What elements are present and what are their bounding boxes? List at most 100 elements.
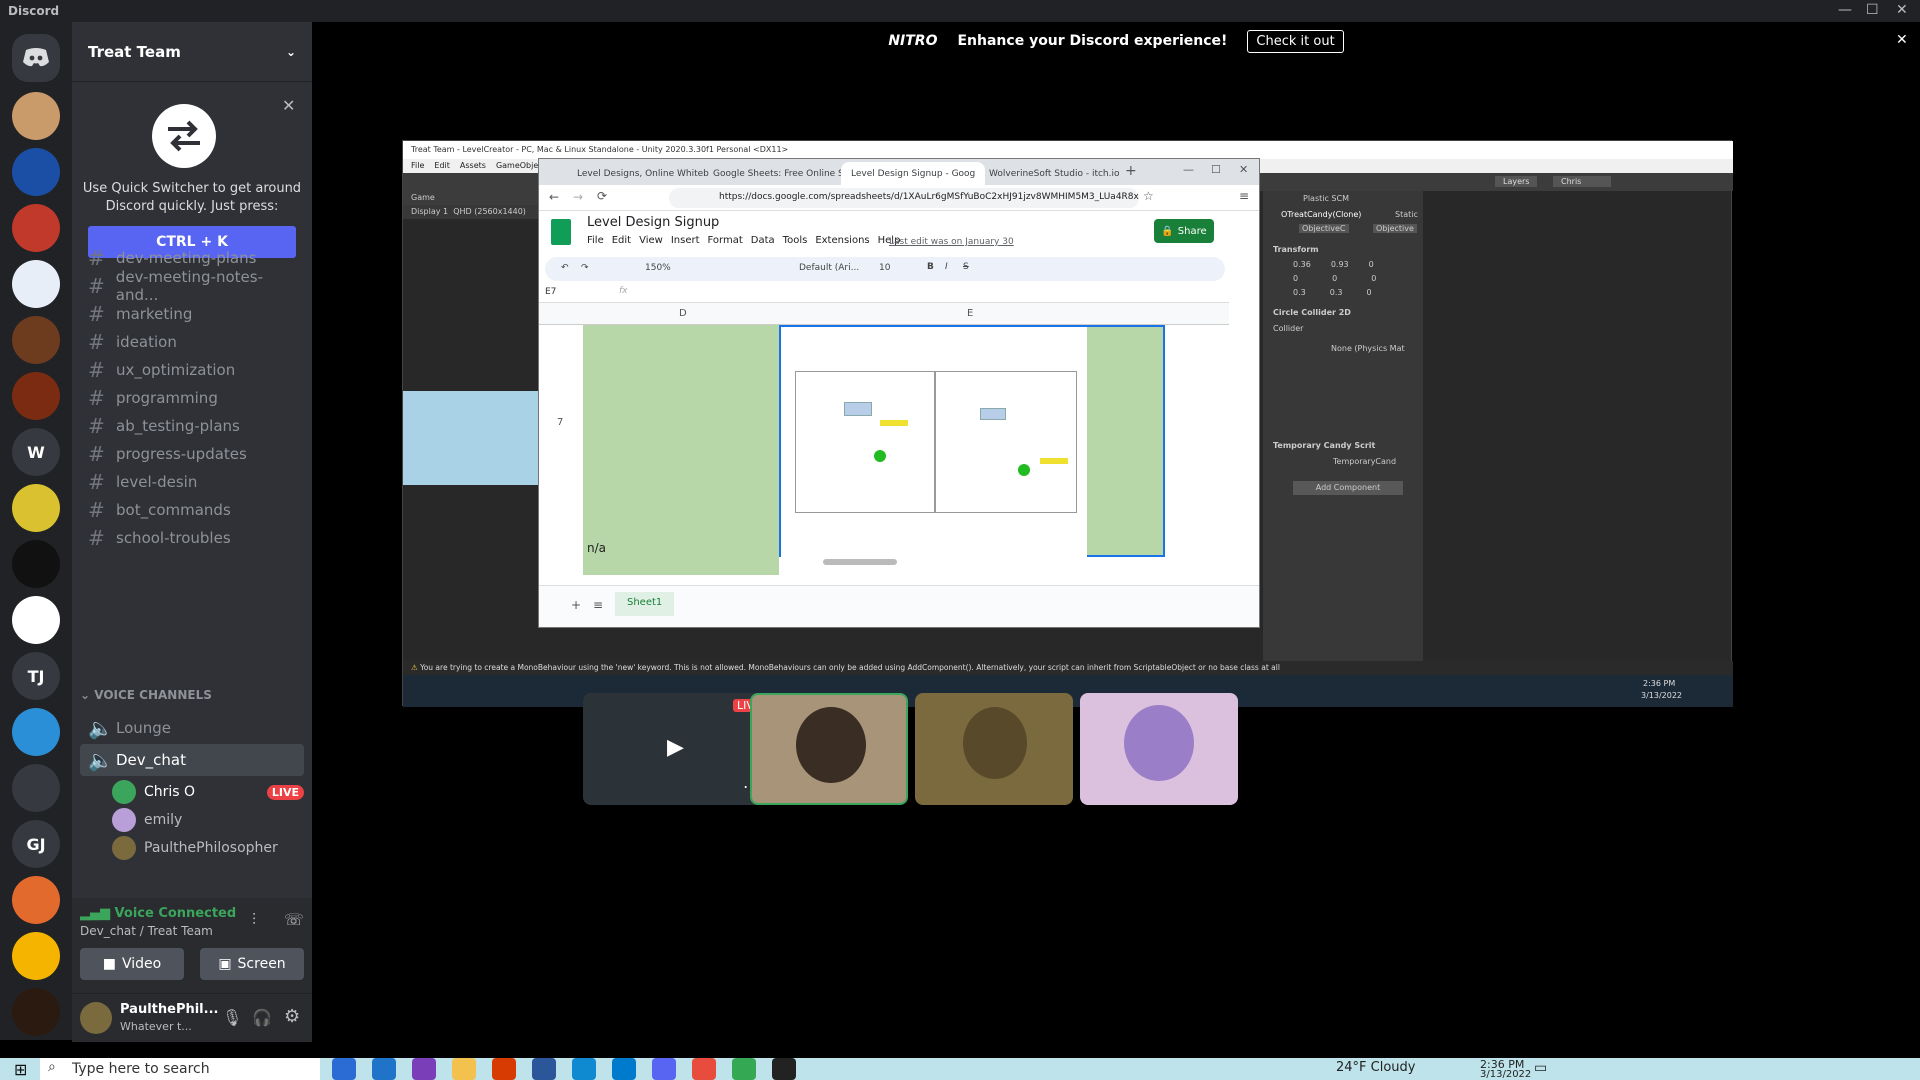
scale-z[interactable]: 0 <box>1366 288 1371 297</box>
vscode-icon[interactable] <box>612 1058 636 1080</box>
maximize-icon[interactable]: ☐ <box>1866 2 1879 18</box>
weather-widget[interactable]: 24°F Cloudy <box>1336 1060 1415 1075</box>
layers-dropdown[interactable]: Layers <box>1495 176 1538 187</box>
server-icon-m[interactable] <box>12 932 60 980</box>
server-icon-orange[interactable] <box>12 372 60 420</box>
redo-icon[interactable]: ↷ <box>581 263 589 273</box>
add-component-button[interactable]: Add Component <box>1293 481 1403 495</box>
channel-item[interactable]: # ab_testing-plans <box>80 412 304 440</box>
microphone-icon[interactable]: 🎙 <box>222 1008 242 1027</box>
display-select[interactable]: Display 1 <box>411 207 448 216</box>
channel-item[interactable]: # ux_optimization <box>80 356 304 384</box>
tag-dropdown[interactable]: ObjectiveC <box>1299 224 1349 233</box>
gear-icon[interactable]: ⚙ <box>284 1006 300 1027</box>
headphones-icon[interactable]: 🎧 <box>252 1008 272 1027</box>
material-field[interactable]: None (Physics Mat <box>1331 344 1405 353</box>
sheets-menu-item[interactable]: Insert <box>671 235 700 246</box>
notification-icon[interactable]: ▭ <box>1534 1060 1547 1076</box>
server-icon-light[interactable] <box>12 260 60 308</box>
voice-location[interactable]: Dev_chat / Treat Team <box>80 924 213 938</box>
voice-channel-lounge[interactable]: 🔈 Lounge <box>80 712 304 744</box>
cell-d7[interactable]: n/a <box>583 325 779 575</box>
horizontal-scrollbar[interactable] <box>823 559 897 565</box>
guild-header[interactable]: Treat Team ⌄ <box>72 22 312 82</box>
mail-icon[interactable] <box>372 1058 396 1080</box>
name-box[interactable]: E7 <box>545 287 556 297</box>
static-dropdown[interactable]: Static <box>1395 210 1418 219</box>
minimize-icon[interactable]: — <box>1838 2 1852 18</box>
server-icon-blue[interactable] <box>12 148 60 196</box>
maximize-icon[interactable]: ☐ <box>1211 163 1221 176</box>
participant-tile[interactable] <box>915 693 1073 805</box>
sheets-menu-item[interactable]: Tools <box>783 235 808 246</box>
unity-menu-item[interactable]: Assets <box>460 161 486 171</box>
all-sheets-icon[interactable]: ≡ <box>593 598 603 612</box>
close-icon[interactable]: ✕ <box>1896 2 1908 18</box>
layer-dropdown[interactable]: Objective <box>1373 224 1417 233</box>
app-icon[interactable] <box>412 1058 436 1080</box>
rot-z[interactable]: 0 <box>1371 274 1376 283</box>
app-icon-red[interactable] <box>692 1058 716 1080</box>
rot-x[interactable]: 0 <box>1293 274 1298 283</box>
share-button[interactable]: 🔒 Share <box>1154 219 1214 243</box>
back-icon[interactable]: ← <box>549 190 559 204</box>
file-explorer-icon[interactable] <box>452 1058 476 1080</box>
nitro-cta-button[interactable]: Check it out <box>1247 29 1344 53</box>
voice-channel-dev-chat[interactable]: 🔈 Dev_chat <box>80 744 304 776</box>
rot-y[interactable]: 0 <box>1332 274 1337 283</box>
italic-icon[interactable]: I <box>945 262 948 272</box>
scale-y[interactable]: 0.3 <box>1330 288 1343 297</box>
minimize-icon[interactable]: — <box>1183 163 1194 176</box>
add-sheet-icon[interactable]: + <box>571 598 581 612</box>
server-icon-avatar[interactable] <box>12 316 60 364</box>
resolution-select[interactable]: QHD (2560x1440) <box>453 207 526 216</box>
unity-menu-item[interactable]: Edit <box>434 161 450 171</box>
chrome-icon[interactable] <box>732 1058 756 1080</box>
unity-icon[interactable] <box>772 1058 796 1080</box>
server-icon-gray[interactable] <box>12 764 60 812</box>
channel-item[interactable]: # programming <box>80 384 304 412</box>
windows-start-icon[interactable]: ⊞ <box>14 1060 27 1079</box>
channel-item[interactable]: # ideation <box>80 328 304 356</box>
server-icon-yellow[interactable] <box>12 484 60 532</box>
channel-item[interactable]: # dev-meeting-notes-and... <box>80 268 304 304</box>
star-icon[interactable]: ☆ <box>1143 189 1154 203</box>
script-header[interactable]: Temporary Candy Scrit <box>1273 441 1375 450</box>
server-icon-pink[interactable] <box>12 596 60 644</box>
taskbar-search[interactable]: ⌕ Type here to search <box>40 1058 320 1080</box>
voice-section-header[interactable]: ⌄ VOICE CHANNELS <box>80 688 212 702</box>
transform-header[interactable]: Transform <box>1273 245 1319 254</box>
taskbar-date[interactable]: 3/13/2022 <box>1480 1069 1531 1080</box>
close-icon[interactable]: ✕ <box>1239 163 1248 176</box>
sheets-menu-item[interactable]: Extensions <box>815 235 869 246</box>
discord-home-icon[interactable] <box>12 34 60 82</box>
channel-item[interactable]: # level-desin <box>80 468 304 496</box>
browser-tab[interactable]: Level Designs, Online Whiteb <box>567 162 719 185</box>
sheets-menu-item[interactable]: Data <box>751 235 775 246</box>
sheet-tab[interactable]: Sheet1 <box>615 592 675 616</box>
bold-icon[interactable]: B <box>927 262 934 272</box>
account-dropdown[interactable]: Chris <box>1553 176 1612 187</box>
scale-x[interactable]: 0.3 <box>1293 288 1306 297</box>
close-icon[interactable]: ✕ <box>1896 32 1908 48</box>
screen-button[interactable]: ▣ Screen <box>200 948 304 980</box>
url-input[interactable]: https://docs.google.com/spreadsheets/d/1… <box>669 188 1139 208</box>
sheets-menu-item[interactable]: Format <box>708 235 743 246</box>
server-icon-bot[interactable] <box>12 708 60 756</box>
column-header-e[interactable]: E <box>967 308 973 319</box>
voice-user[interactable]: Chris O LIVE <box>112 778 304 806</box>
browser-tab-active[interactable]: Level Design Signup - Goog <box>841 162 986 185</box>
unity-menu-item[interactable]: File <box>411 161 424 171</box>
browser-tab[interactable]: WolverineSoft Studio - itch.io <box>979 162 1130 185</box>
forward-icon[interactable]: → <box>573 190 583 204</box>
sheet-grid[interactable]: D E n/a 7 <box>539 303 1229 585</box>
script-field[interactable]: TemporaryCand <box>1333 457 1396 466</box>
video-button[interactable]: ■ Video <box>80 948 184 980</box>
server-icon-dog[interactable] <box>12 92 60 140</box>
column-header-d[interactable]: D <box>679 308 687 319</box>
strikethrough-icon[interactable]: S <box>963 262 969 272</box>
doc-title[interactable]: Level Design Signup <box>587 215 719 230</box>
font-size-select[interactable]: 10 <box>879 263 890 273</box>
server-icon-orange-box[interactable] <box>12 876 60 924</box>
reload-icon[interactable]: ⟳ <box>597 189 607 203</box>
